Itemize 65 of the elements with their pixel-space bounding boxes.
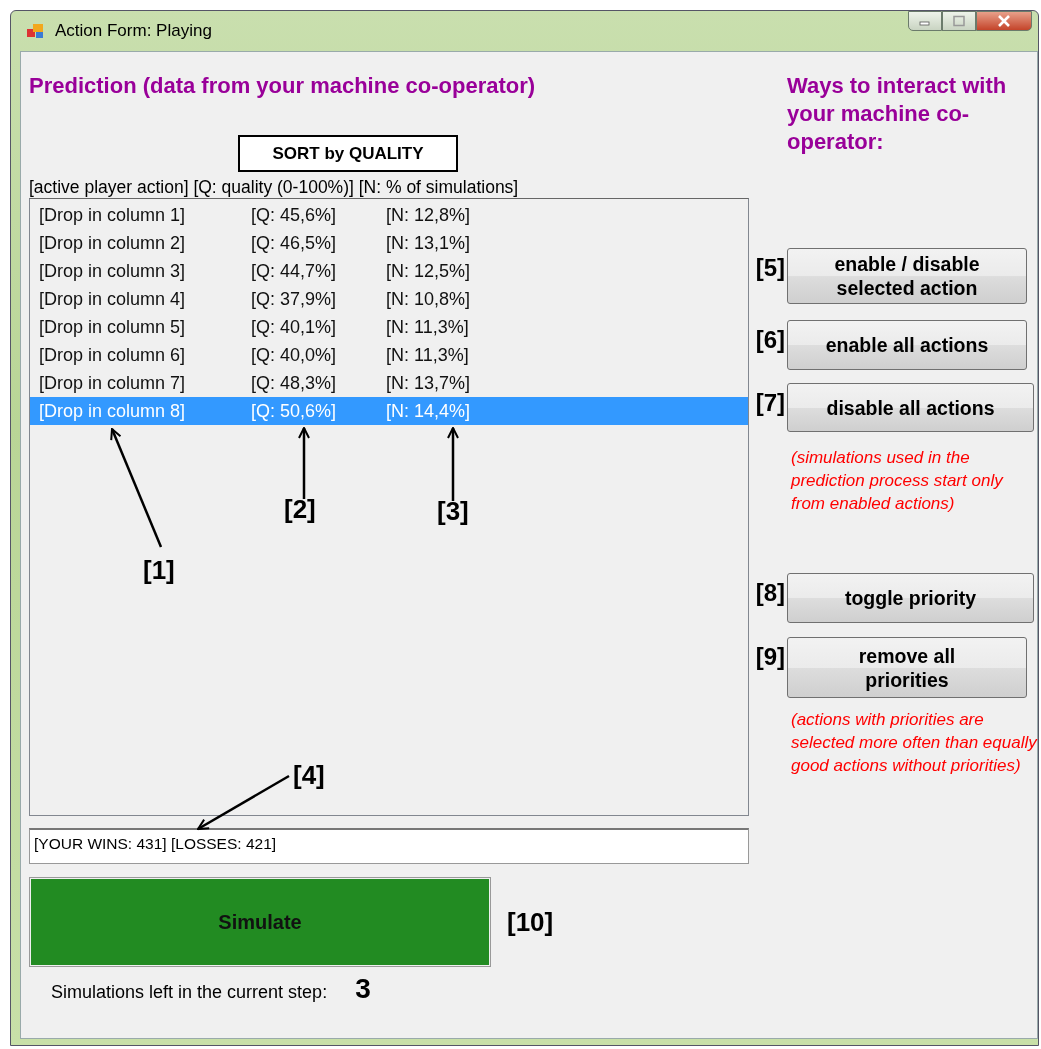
action-button[interactable]: enable all actions [787, 320, 1027, 370]
action-row[interactable]: [Drop in column 2] [Q: 46,5%] [N: 13,1%] [30, 229, 748, 257]
action-text: [Drop in column 3] [39, 260, 187, 282]
action-row[interactable]: [Drop in column 7] [Q: 48,3%] [N: 13,7%] [30, 369, 748, 397]
action-button[interactable]: disable all actions [787, 383, 1034, 432]
action-text: [Drop in column 2] [39, 232, 187, 254]
prediction-heading: Prediction (data from your machine co-operator) [29, 72, 537, 100]
note-text: (actions with priorities are selected more often than equally good actions without priorities) [790, 709, 1038, 777]
close-icon [996, 15, 1012, 27]
share-text: [N: 11,3%] [386, 344, 470, 366]
action-text: [Drop in column 5] [39, 316, 187, 338]
callout-label: [1] [143, 555, 175, 586]
action-row[interactable]: [Drop in column 5] [Q: 40,1%] [N: 11,3%] [30, 313, 748, 341]
column-header: [active player action] [Q: quality (0-100%)] [N: % of simulations] [29, 176, 520, 198]
simulate-button[interactable]: Simulate [31, 879, 489, 965]
action-row[interactable]: [Drop in column 4] [Q: 37,9%] [N: 10,8%] [30, 285, 748, 313]
action-text: [Drop in column 1] [39, 204, 187, 226]
action-text: [Drop in column 4] [39, 288, 187, 310]
share-text: [N: 13,7%] [386, 372, 472, 394]
callout-label: [3] [437, 496, 469, 527]
interaction-heading: Ways to interact with your machine co-operator: [787, 72, 1008, 156]
action-button[interactable]: remove all priorities [787, 637, 1027, 698]
callout-label: [7] [754, 389, 785, 417]
sort-button[interactable]: SORT by QUALITY [238, 135, 458, 172]
share-text: [N: 12,8%] [386, 204, 472, 226]
share-text: [N: 10,8%] [386, 288, 472, 310]
window-title: Action Form: Playing [55, 21, 212, 41]
quality-text: [Q: 40,1%] [251, 316, 338, 338]
quality-text: [Q: 40,0%] [251, 344, 338, 366]
callout-label: [2] [284, 494, 316, 525]
app-icon [27, 23, 45, 39]
minimize-button[interactable] [908, 11, 942, 31]
score-field[interactable]: [YOUR WINS: 431] [LOSSES: 421] [29, 828, 749, 864]
maximize-button[interactable] [942, 11, 976, 31]
callout-label: [4] [293, 760, 325, 791]
action-row[interactable]: [Drop in column 6] [Q: 40,0%] [N: 11,3%] [30, 341, 748, 369]
share-text: [N: 11,3%] [386, 316, 470, 338]
quality-text: [Q: 45,6%] [251, 204, 338, 226]
quality-text: [Q: 44,7%] [251, 260, 338, 282]
arrow [298, 427, 310, 499]
action-text: [Drop in column 6] [39, 344, 187, 366]
note-text: (simulations used in the prediction process start only from enabled actions) [789, 447, 1003, 515]
maximize-icon [952, 15, 966, 27]
action-button[interactable]: toggle priority [787, 573, 1034, 623]
action-row[interactable]: [Drop in column 3] [Q: 44,7%] [N: 12,5%] [30, 257, 748, 285]
share-text: [N: 13,1%] [386, 232, 472, 254]
quality-text: [Q: 46,5%] [251, 232, 338, 254]
action-text: [Drop in column 8] [39, 400, 187, 422]
callout-label: [10] [507, 906, 554, 938]
callout-label: [9] [754, 643, 785, 671]
simulations-left-label: Simulations left in the current step: [51, 982, 328, 1003]
simulations-left-count: 3 [355, 973, 371, 1005]
quality-text: [Q: 50,6%] [251, 400, 338, 422]
action-text: [Drop in column 7] [39, 372, 187, 394]
action-list[interactable] [29, 198, 749, 816]
action-row[interactable]: [Drop in column 1] [Q: 45,6%] [N: 12,8%] [30, 201, 748, 229]
callout-label: [8] [754, 579, 785, 607]
callout-label: [6] [754, 326, 785, 354]
quality-text: [Q: 37,9%] [251, 288, 338, 310]
close-button[interactable] [976, 11, 1032, 31]
callout-label: [5] [754, 254, 785, 282]
quality-text: [Q: 48,3%] [251, 372, 338, 394]
share-text: [N: 14,4%] [386, 400, 472, 422]
share-text: [N: 12,5%] [386, 260, 472, 282]
action-button[interactable]: enable / disable selected action [787, 248, 1027, 304]
